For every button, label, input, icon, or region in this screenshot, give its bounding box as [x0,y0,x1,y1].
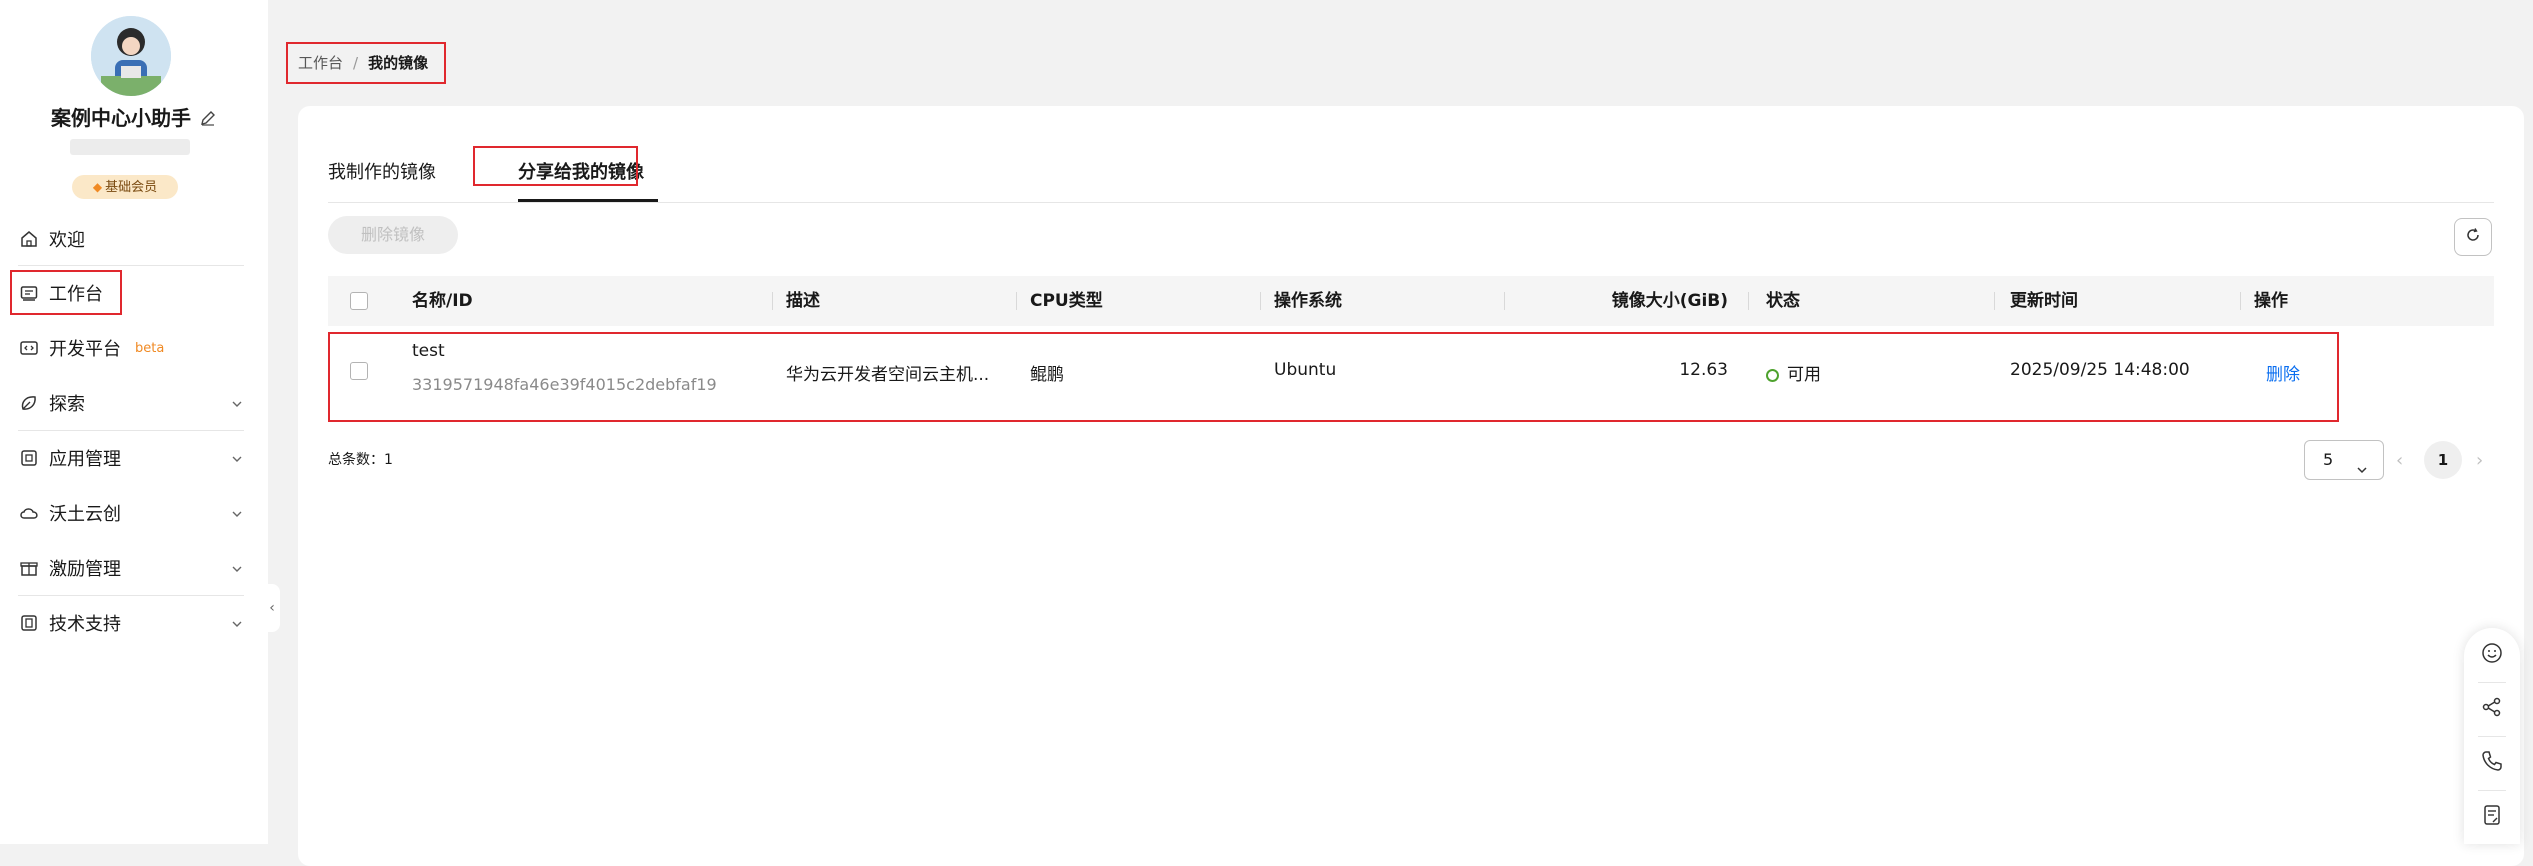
sidebar-item-label: 欢迎 [49,230,85,251]
cloud-create-icon [18,502,40,524]
dev-platform-icon [18,337,40,359]
highlight-box [10,270,122,315]
share-icon [2480,695,2504,723]
floating-toolbar [2464,628,2520,844]
tab-my-images[interactable]: 我制作的镜像 [328,158,436,184]
total-count: 总条数：1 [328,452,393,468]
sidebar-item-label: 开发平台 [49,339,121,360]
highlight-box [286,42,446,84]
note-icon [2480,803,2504,831]
support-icon [18,612,40,634]
chevron-down-icon [230,505,244,526]
user-account-masked [70,139,190,155]
highlight-box [328,332,2339,422]
chevron-left-icon: ‹ [269,600,275,616]
column-header-size[interactable]: 镜像大小(GiB) [1518,276,1728,326]
sidebar-collapse-button[interactable]: ‹ [264,584,280,632]
column-header-name[interactable]: 名称/ID [412,276,473,326]
sidebar-item-welcome[interactable]: 欢迎 [18,215,244,263]
avatar[interactable] [91,16,171,96]
chevron-down-icon [230,560,244,581]
contact-button[interactable] [2464,736,2520,790]
column-header-updated[interactable]: 更新时间 [2010,276,2078,326]
sidebar-item-label: 探索 [49,394,85,415]
page-number[interactable]: 1 [2424,441,2462,479]
chevron-down-icon [230,450,244,471]
column-divider [1994,292,1995,310]
phone-icon [2480,749,2504,777]
gift-icon [18,557,40,579]
chevron-down-icon [2355,453,2369,491]
sidebar-item-cloud-create[interactable]: 沃土云创 [18,489,244,537]
sidebar: 案例中心小助手 ◆ 基础会员 欢迎 工作台 开发平台 beta 探索 应用管理 沃… [0,0,268,844]
table-header: 名称/ID 描述 CPU类型 操作系统 镜像大小(GiB) 状态 更新时间 操作 [328,276,2494,326]
chevron-down-icon [230,395,244,416]
beta-badge: beta [135,340,165,356]
sidebar-item-app-management[interactable]: 应用管理 [18,434,244,482]
column-divider [772,292,773,310]
sidebar-item-label: 应用管理 [49,449,121,470]
member-badge-label: 基础会员 [105,180,158,195]
sidebar-item-label: 技术支持 [49,614,121,635]
sidebar-item-incentive[interactable]: 激励管理 [18,544,244,592]
chevron-down-icon [230,615,244,636]
user-name-text: 案例中心小助手 [51,106,191,130]
smiley-icon [2480,641,2504,669]
column-divider [2240,292,2241,310]
share-button[interactable] [2464,682,2520,736]
next-page-button[interactable]: › [2476,450,2483,471]
refresh-button[interactable] [2454,218,2492,256]
explore-icon [18,392,40,414]
column-header-cpu-type[interactable]: CPU类型 [1030,276,1103,326]
column-divider [1748,292,1749,310]
page-size-value: 5 [2323,450,2334,469]
diamond-icon: ◆ [92,180,103,194]
column-header-os[interactable]: 操作系统 [1274,276,1342,326]
feedback-button[interactable] [2464,628,2520,682]
prev-page-button[interactable]: ‹ [2396,450,2403,471]
sidebar-item-label: 激励管理 [49,559,121,580]
column-divider [1504,292,1505,310]
delete-image-button[interactable]: 删除镜像 [328,216,458,254]
column-header-status[interactable]: 状态 [1766,276,1800,326]
refresh-icon [2464,226,2482,248]
sidebar-item-explore[interactable]: 探索 [18,379,244,427]
column-header-description[interactable]: 描述 [786,276,820,326]
app-management-icon [18,447,40,469]
notes-button[interactable] [2464,790,2520,844]
tab-active-indicator [518,199,658,202]
column-divider [1260,292,1261,310]
sidebar-item-dev-platform[interactable]: 开发平台 beta [18,324,244,372]
sidebar-item-label: 沃土云创 [49,504,121,525]
sidebar-item-support[interactable]: 技术支持 [18,599,244,647]
column-header-actions: 操作 [2254,291,2288,311]
divider [18,430,244,431]
highlight-box [473,146,638,186]
divider [18,265,244,266]
user-name: 案例中心小助手 [0,102,268,132]
edit-icon[interactable] [199,108,217,132]
page-size-select[interactable]: 5 [2304,440,2384,480]
home-icon [18,228,40,250]
divider [18,595,244,596]
main-card: 我制作的镜像 分享给我的镜像 删除镜像 名称/ID 描述 CPU类型 操作系统 … [298,106,2524,866]
tab-bar: 我制作的镜像 分享给我的镜像 [328,152,2494,203]
member-badge: ◆ 基础会员 [72,175,178,199]
select-all-checkbox[interactable] [350,292,368,310]
column-divider [1016,292,1017,310]
